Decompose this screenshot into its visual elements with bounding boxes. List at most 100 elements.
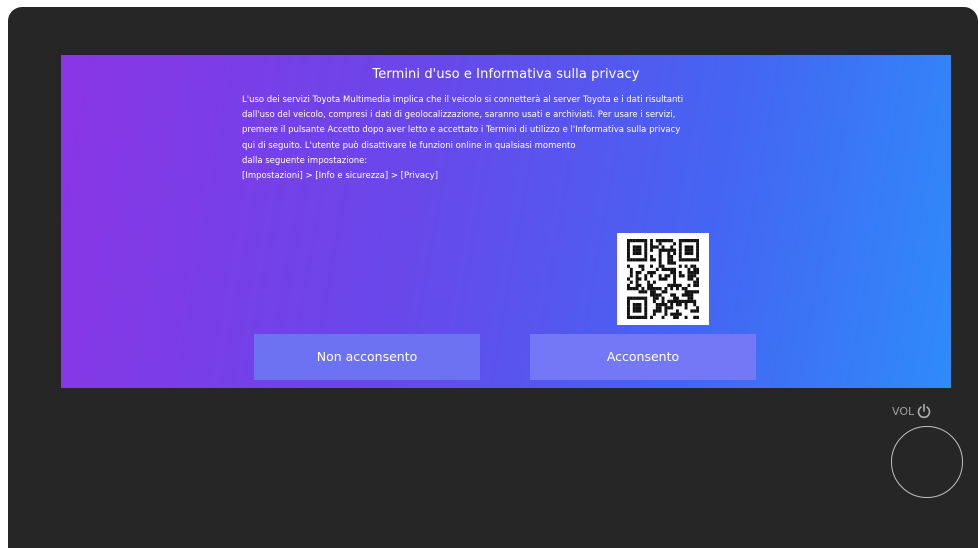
volume-knob[interactable] [891, 426, 963, 498]
qr-module [629, 274, 633, 278]
qr-module [687, 299, 691, 304]
qr-module [670, 283, 674, 288]
qr-module [667, 299, 671, 304]
qr-module [661, 264, 665, 268]
qr-module [681, 258, 685, 262]
qr-module [684, 293, 688, 297]
qr-module [635, 296, 639, 300]
qr-module [650, 242, 653, 246]
qr-module [632, 315, 636, 319]
qr-module [664, 306, 668, 310]
qr-module [647, 287, 651, 291]
qr-module [650, 245, 653, 249]
qr-module [629, 239, 633, 243]
qr-module [684, 245, 688, 249]
qr-module [696, 315, 699, 319]
qr-module [661, 267, 665, 272]
qr-module [678, 271, 682, 275]
qr-module [638, 306, 642, 310]
qr-module [670, 261, 674, 265]
qr-module [655, 267, 659, 272]
qr-module [644, 242, 648, 246]
qr-module [658, 274, 662, 278]
qr-module [664, 287, 668, 291]
qr-module [644, 303, 648, 307]
qr-module [673, 296, 677, 300]
qr-module [696, 258, 699, 262]
qr-module [693, 258, 697, 262]
qr-module [658, 303, 662, 307]
qr-module [670, 287, 674, 291]
vol-label: VOL [892, 404, 915, 418]
qr-module [650, 239, 653, 243]
dialog-title: Termini d'uso e Informativa sulla privac… [372, 67, 640, 82]
qr-module [635, 239, 639, 243]
qr-module [658, 242, 662, 246]
qr-module [652, 245, 656, 249]
qr-module [673, 315, 677, 319]
qr-module [661, 296, 665, 300]
qr-module [661, 299, 665, 304]
qr-module [644, 309, 648, 313]
qr-module [678, 283, 682, 288]
qr-module [644, 299, 648, 304]
qr-module [655, 296, 659, 300]
qr-module [627, 264, 630, 268]
qr-module [681, 293, 685, 297]
qr-module [647, 280, 651, 284]
qr-module [638, 264, 642, 268]
qr-module [684, 264, 688, 268]
accept-button[interactable]: Acconsento [530, 334, 756, 380]
qr-module [684, 258, 688, 262]
qr-module [673, 280, 677, 284]
qr-module [632, 287, 636, 291]
qr-module [693, 303, 697, 307]
qr-module [627, 299, 630, 304]
qr-module [627, 277, 630, 281]
qr-module [658, 277, 662, 281]
qr-module [635, 280, 639, 284]
qr-module [644, 255, 648, 259]
qr-module [627, 296, 630, 300]
qr-module [693, 264, 697, 268]
qr-module [696, 277, 699, 281]
decline-button[interactable]: Non acconsento [254, 334, 480, 380]
qr-module [667, 274, 671, 278]
qr-module [670, 299, 674, 304]
terms-line: premere il pulsante Accetto dopo aver le… [242, 125, 681, 136]
qr-module [658, 287, 662, 291]
qr-module [627, 248, 630, 252]
qr-module [681, 274, 685, 278]
qr-module [673, 271, 677, 275]
qr-module [638, 309, 642, 313]
qr-module [658, 255, 662, 259]
privacy-qr-code [617, 233, 709, 325]
qr-module [693, 315, 697, 319]
qr-module [650, 274, 653, 278]
qr-module [675, 296, 679, 300]
qr-module [652, 271, 656, 275]
qr-module [627, 245, 630, 249]
qr-module [652, 290, 656, 294]
qr-module [690, 248, 694, 252]
qr-module [678, 274, 682, 278]
qr-module [684, 303, 688, 307]
qr-module [661, 239, 665, 243]
qr-module [652, 293, 656, 297]
terms-line: qui di seguito. L'utente può disattivare… [242, 140, 576, 151]
terms-line: dalla seguente impostazione: [242, 155, 368, 166]
qr-module [673, 261, 677, 265]
qr-module [673, 312, 677, 316]
qr-module [638, 248, 642, 252]
qr-module [632, 251, 636, 256]
qr-module [673, 248, 677, 252]
qr-module [632, 248, 636, 252]
qr-module [629, 271, 633, 275]
qr-module [635, 306, 639, 310]
qr-module [644, 274, 648, 278]
qr-module [655, 293, 659, 297]
qr-module [670, 293, 674, 297]
qr-module [647, 271, 651, 275]
head-unit-bezel: Termini d'uso e Informativa sulla privac… [8, 7, 978, 548]
terms-line: dall'uso del veicolo, compresi i dati di… [242, 110, 676, 121]
